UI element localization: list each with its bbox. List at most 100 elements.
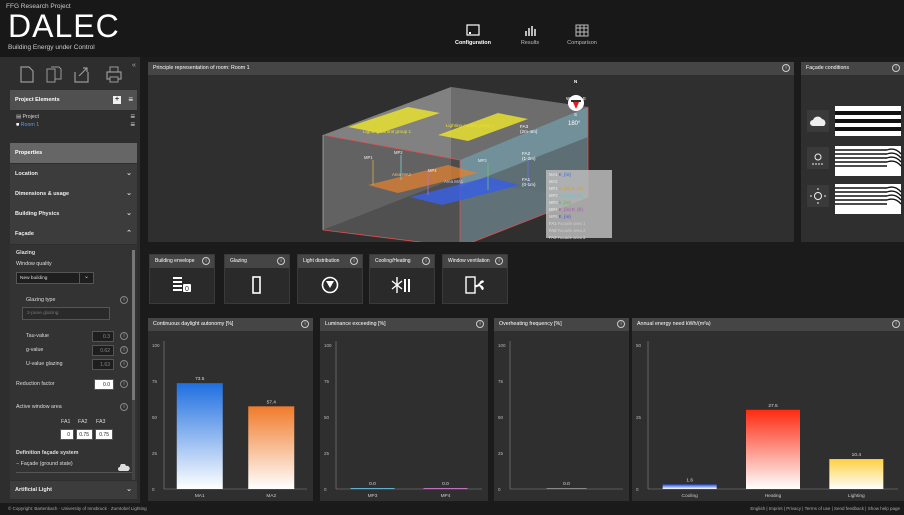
g-value-label: g-value [26, 347, 44, 353]
section-artificial-light[interactable]: Artificial Light ⌄ [10, 481, 137, 499]
section-facade[interactable]: Façade ⌃ [10, 224, 137, 244]
nav-configuration[interactable]: Configuration [443, 24, 503, 54]
results-icon [525, 26, 536, 36]
info-icon[interactable]: i [350, 257, 358, 265]
compass-w: W [566, 96, 571, 101]
info-icon[interactable]: i [892, 320, 900, 328]
y-tick-label: 100 [152, 343, 160, 348]
section-building-physics[interactable]: Building Physics ⌄ [10, 204, 137, 224]
section-dimensions[interactable]: Dimensions & usage ⌄ [10, 184, 137, 204]
legend-row: MP2 E_{in} E_{h} [549, 193, 583, 198]
compass-s: S [574, 112, 578, 117]
chart-daylight-autonomy: 0 25 50 75 100 73.5 MA1 57.4 MA2 [152, 341, 307, 499]
nav-results[interactable]: Results [500, 24, 560, 54]
facade-condition-partly-sunny[interactable] [807, 144, 902, 178]
info-icon[interactable]: i [120, 296, 128, 304]
info-icon[interactable]: i [476, 320, 484, 328]
bar-ma1 [176, 383, 223, 489]
cloud-icon [118, 459, 130, 471]
fa3-input[interactable]: 0.75 [95, 429, 113, 440]
copy-icon[interactable] [46, 66, 62, 83]
y-tick-label: 25 [636, 415, 642, 420]
u-value-input[interactable]: 1.63 [92, 359, 114, 370]
info-icon[interactable]: i [782, 64, 790, 72]
fa3-header: FA3 [96, 419, 106, 425]
info-icon[interactable]: i [120, 346, 128, 354]
data-label: 0.0 [442, 481, 449, 487]
info-icon[interactable]: i [301, 320, 309, 328]
room-legend: MA1 E_{in} MA2 MP1 E_{in} E_{h} MP2 E_{in}… [546, 170, 612, 240]
footer-links[interactable]: English | Imprint | Privacy | Terms of u… [750, 503, 900, 515]
fa1-input[interactable]: 0 [60, 429, 74, 440]
tile-cooling-heating[interactable]: Cooling/Heating i [369, 254, 435, 304]
info-icon[interactable]: i [617, 320, 625, 328]
y-tick-label: 0 [636, 487, 639, 492]
bar-cooling [662, 484, 717, 489]
print-icon[interactable] [106, 66, 122, 83]
add-element-icon[interactable]: + [113, 96, 121, 104]
export-icon[interactable] [74, 66, 90, 83]
tile-window-ventilation[interactable]: Window ventilation i [442, 254, 508, 304]
tau-label: Tau-value [26, 333, 49, 339]
divider [16, 472, 134, 478]
bar-ma2 [248, 406, 295, 489]
label-mp3: MP3 [478, 158, 487, 163]
tree-item-project[interactable]: ▤ Project [16, 114, 39, 120]
room-panel-title: Principle representation of room: Room 1 [153, 65, 250, 71]
tile-building-envelope[interactable]: Building envelope i 0 [149, 254, 215, 304]
x-tick-label: MP3 [368, 493, 378, 499]
window-ventilation-icon [465, 276, 484, 294]
window-quality-select[interactable]: New building ⌄ [16, 272, 94, 284]
configuration-icon [466, 24, 480, 36]
section-location[interactable]: Location ⌄ [10, 164, 137, 184]
logo-subtitle: Building Energy under Control [8, 44, 95, 51]
compass-angle: 180° [568, 121, 581, 127]
facade-condition-sunny[interactable] [807, 182, 902, 216]
nav-comparison[interactable]: Comparison [552, 24, 612, 54]
info-icon[interactable]: i [120, 380, 128, 388]
info-icon[interactable]: i [120, 332, 128, 340]
fa2-input[interactable]: 0.75 [76, 429, 93, 440]
tree-item-room[interactable]: ■ Room 1 [16, 122, 39, 128]
facade-panel-title: Façade conditions [806, 65, 849, 71]
compass-n: N [574, 79, 578, 84]
info-icon[interactable]: i [120, 360, 128, 368]
y-tick-label: 50 [636, 343, 642, 348]
g-value-input[interactable]: 0.62 [92, 345, 114, 356]
label-fa2: FA2 (1-2m) [522, 151, 536, 161]
app-header: FFG Research Project DALEC Building Ener… [0, 0, 904, 57]
x-tick-label: Cooling [682, 493, 699, 499]
tau-input[interactable]: 0.3 [92, 331, 114, 342]
data-label: 10.4 [852, 452, 862, 458]
room-menu-icon[interactable]: ≡ [130, 120, 135, 129]
glazing-title: Glazing [16, 250, 36, 256]
info-icon[interactable]: i [495, 257, 503, 265]
reduction-factor-input[interactable]: 0.0 [94, 379, 114, 390]
info-icon[interactable]: i [277, 257, 285, 265]
facade-panel: Façade conditions i [801, 62, 904, 242]
facade-ground-state[interactable]: − Façade (ground state) [16, 461, 73, 467]
tile-light-distribution[interactable]: Light distribution i [297, 254, 363, 304]
info-icon[interactable]: i [422, 257, 430, 265]
chart-luminance-exceeding: 0 25 50 75 100 0.0 MP3 0.0 MP4 [324, 341, 482, 499]
room-3d-view[interactable] [148, 75, 794, 242]
new-file-icon[interactable] [20, 66, 34, 83]
chevron-down-icon: ⌄ [126, 486, 132, 493]
chevron-down-icon: ⌄ [126, 170, 132, 177]
glazing-icon [252, 276, 261, 294]
info-icon[interactable]: i [892, 64, 900, 72]
info-icon[interactable]: i [120, 403, 128, 411]
menu-icon[interactable]: ≡ [128, 90, 133, 110]
facade-condition-cloudy[interactable] [807, 102, 902, 138]
legend-row: MA1 E_{in} [549, 172, 571, 177]
legend-row: MP5 E_{in} [549, 214, 571, 219]
tile-glazing[interactable]: Glazing i [224, 254, 290, 304]
u-value-label: U-value glazing [26, 361, 63, 367]
footer: © Copyright: Bartenbach · University of … [0, 503, 904, 515]
scrollbar[interactable] [132, 250, 135, 480]
project-elements-title: Project Elements [15, 97, 60, 103]
glazing-type-input[interactable]: 2-pane glazing [22, 307, 110, 320]
y-tick-label: 25 [324, 451, 330, 456]
window-quality-label: Window quality [16, 261, 52, 267]
info-icon[interactable]: i [202, 257, 210, 265]
